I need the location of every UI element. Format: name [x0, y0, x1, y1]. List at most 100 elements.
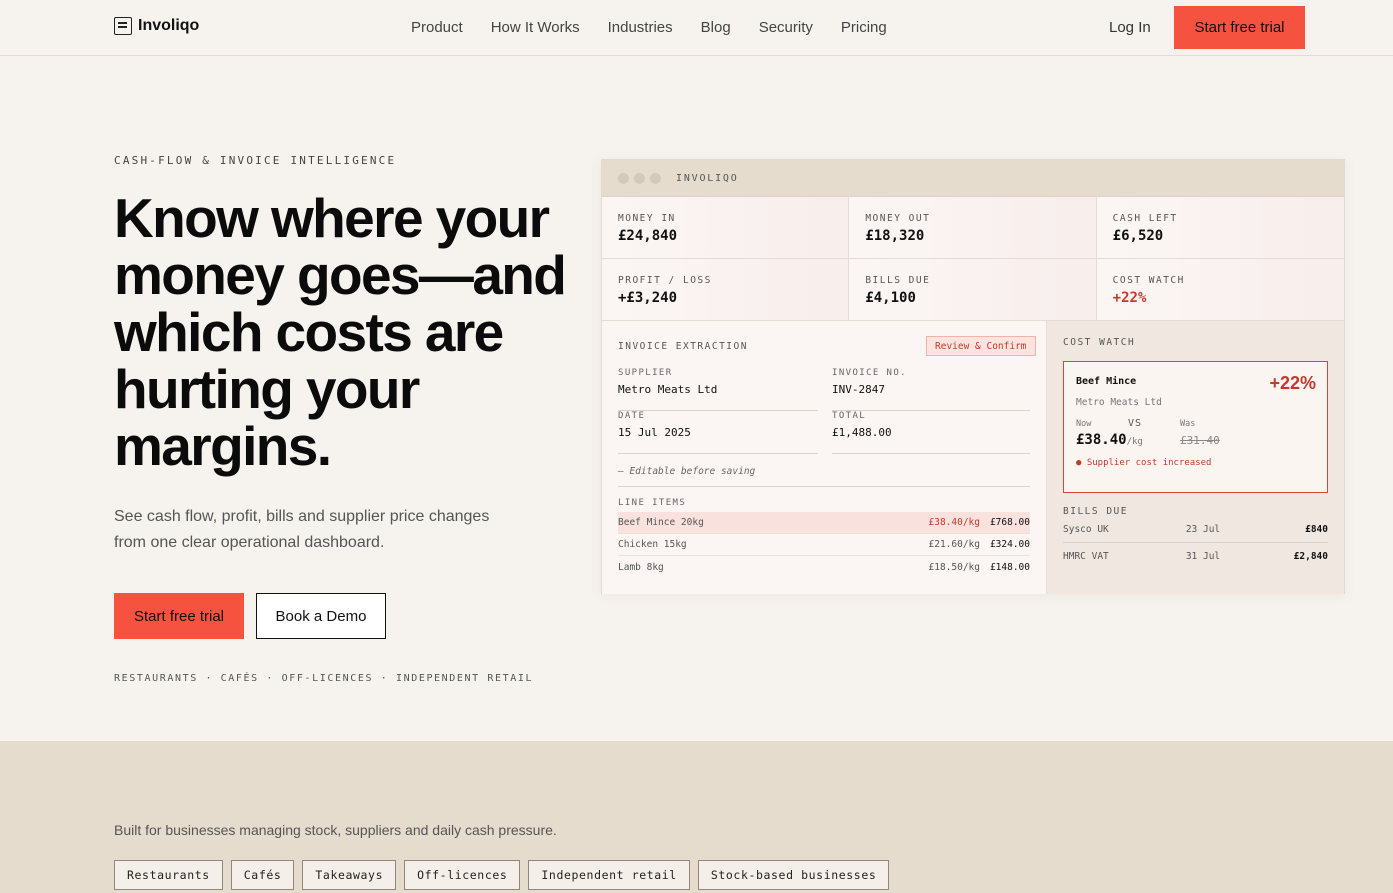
- line-item-row: Chicken 15kg £21.60/kg £324.00: [618, 534, 1030, 556]
- metric-value: £6,520: [1112, 228, 1164, 244]
- review-confirm-button[interactable]: Review & Confirm: [926, 336, 1036, 356]
- total-field[interactable]: TOTAL £1,488.00: [832, 411, 1030, 454]
- now-price-value: £38.40: [1076, 432, 1127, 448]
- metric-bills-due: BILLS DUE £4,100: [849, 259, 1097, 321]
- nav-links: Product How It Works Industries Blog Sec…: [411, 19, 887, 36]
- metric-value: £24,840: [618, 228, 678, 244]
- bills-due-title: BILLS DUE: [1063, 506, 1128, 517]
- line-item-row: Beef Mince 20kg £38.40/kg £768.00: [618, 512, 1030, 534]
- extraction-fields: SUPPLIER Metro Meats Ltd INVOICE NO. INV…: [618, 368, 1030, 454]
- date-field[interactable]: DATE 15 Jul 2025: [618, 411, 818, 454]
- chip-takeaways[interactable]: Takeaways: [302, 860, 397, 890]
- bill-amount: £840: [1305, 524, 1328, 535]
- band-text: Built for businesses managing stock, sup…: [114, 822, 557, 838]
- nav-link-pricing[interactable]: Pricing: [841, 19, 887, 36]
- window-title: INVOLIQO: [676, 172, 739, 184]
- chip-off-licences[interactable]: Off-licences: [404, 860, 521, 890]
- line-items-title: LINE ITEMS: [618, 498, 687, 508]
- field-value: INV-2847: [832, 383, 885, 396]
- alert-note: ● Supplier cost increased: [1076, 458, 1212, 468]
- top-nav: Involiqo Product How It Works Industries…: [0, 0, 1393, 56]
- alert-change-percent: +22%: [1269, 373, 1316, 393]
- line-item-name: Chicken 15kg: [618, 539, 687, 550]
- bill-amount: £2,840: [1293, 550, 1328, 562]
- alert-supplier: Metro Meats Ltd: [1076, 397, 1162, 408]
- nav-link-product[interactable]: Product: [411, 19, 463, 36]
- industries-band: Built for businesses managing stock, sup…: [0, 741, 1393, 893]
- window-dot-icon: [650, 172, 661, 184]
- metric-label: COST WATCH: [1112, 275, 1185, 286]
- was-label: Was: [1180, 419, 1196, 429]
- line-item-rate: £18.50/kg: [928, 561, 980, 573]
- metric-profit-loss: PROFIT / LOSS +£3,240: [602, 259, 850, 321]
- line-item-rate: £38.40/kg: [928, 517, 980, 528]
- book-demo-button[interactable]: Book a Demo: [256, 593, 386, 639]
- line-item-total: £324.00: [989, 539, 1030, 550]
- hero-segments: RESTAURANTS · CAFÉS · OFF-LICENCES · IND…: [114, 673, 534, 684]
- field-value: Metro Meats Ltd: [618, 383, 718, 396]
- window-titlebar: INVOLIQO: [602, 160, 1344, 197]
- nav-link-security[interactable]: Security: [759, 19, 813, 36]
- dashboard-preview: INVOLIQO MONEY IN £24,840 MONEY OUT £18,…: [601, 159, 1345, 594]
- line-item-name: Beef Mince 20kg: [618, 517, 704, 528]
- price-unit: /kg: [1126, 437, 1143, 447]
- metric-value: +22%: [1112, 290, 1147, 306]
- hero-subtext: See cash flow, profit, bills and supplie…: [114, 508, 490, 551]
- invoice-extraction-panel: INVOICE EXTRACTION Review & Confirm SUPP…: [602, 321, 1047, 594]
- hero-eyebrow: CASH-FLOW & INVOICE INTELLIGENCE: [114, 154, 397, 167]
- chip-cafes[interactable]: Cafés: [230, 860, 295, 890]
- now-price: £38.40/kg: [1076, 432, 1180, 448]
- bill-name: HMRC VAT: [1063, 550, 1109, 562]
- metric-value: £4,100: [865, 290, 916, 306]
- nav-link-how-it-works[interactable]: How It Works: [491, 19, 580, 36]
- field-label: SUPPLIER: [618, 368, 673, 378]
- nav-link-blog[interactable]: Blog: [701, 19, 731, 36]
- bill-row: HMRC VAT 31 Jul £2,840: [1063, 543, 1328, 569]
- metric-label: PROFIT / LOSS: [618, 275, 712, 286]
- bill-row: Sysco UK 23 Jul £840: [1063, 517, 1328, 543]
- metric-value: £18,320: [865, 228, 925, 244]
- field-value: £1,488.00: [832, 426, 892, 439]
- brand-logo[interactable]: Involiqo: [114, 17, 199, 35]
- line-item-name: Lamb 8kg: [618, 561, 664, 573]
- field-label: INVOICE NO.: [832, 368, 908, 378]
- vs-label: VS: [1128, 418, 1143, 429]
- cost-watch-panel: COST WATCH Beef Mince +22% Metro Meats L…: [1047, 321, 1344, 594]
- chip-stock-based-businesses[interactable]: Stock-based businesses: [697, 860, 890, 890]
- editable-note: — Editable before saving: [618, 466, 1030, 487]
- metric-cash-left: CASH LEFT £6,520: [1096, 197, 1344, 259]
- line-item-total: £768.00: [989, 517, 1030, 528]
- field-value: 15 Jul 2025: [618, 426, 691, 439]
- chip-independent-retail[interactable]: Independent retail: [528, 860, 690, 890]
- metric-money-in: MONEY IN £24,840: [602, 197, 850, 259]
- metric-label: BILLS DUE: [865, 275, 931, 286]
- start-trial-button[interactable]: Start free trial: [114, 593, 244, 639]
- brand-name: Involiqo: [138, 17, 200, 34]
- metric-label: MONEY IN: [618, 213, 676, 224]
- login-link[interactable]: Log In: [1109, 19, 1151, 36]
- supplier-field[interactable]: SUPPLIER Metro Meats Ltd: [618, 368, 818, 411]
- bill-date: 23 Jul: [1185, 524, 1221, 535]
- now-label: Now: [1076, 419, 1092, 429]
- window-dot-icon: [634, 172, 645, 184]
- metric-label: MONEY OUT: [865, 213, 931, 224]
- hero-headline: Know where your money goes—and which cos…: [114, 187, 567, 477]
- cost-alert-card[interactable]: Beef Mince +22% Metro Meats Ltd Now VS W…: [1063, 361, 1328, 493]
- metric-value: +£3,240: [618, 290, 678, 306]
- was-price: £31.40: [1180, 434, 1220, 447]
- chip-restaurants[interactable]: Restaurants: [114, 860, 223, 890]
- industry-chips: Restaurants Cafés Takeaways Off-licences…: [114, 860, 890, 890]
- line-item-total: £148.00: [989, 561, 1030, 573]
- metrics-grid: MONEY IN £24,840 MONEY OUT £18,320 CASH …: [602, 197, 1344, 321]
- metric-money-out: MONEY OUT £18,320: [849, 197, 1097, 259]
- metric-cost-watch: COST WATCH +22%: [1096, 259, 1344, 321]
- bill-date: 31 Jul: [1185, 550, 1221, 562]
- field-label: TOTAL: [832, 411, 867, 421]
- invoice-icon: [114, 17, 132, 35]
- nav-start-trial-button[interactable]: Start free trial: [1174, 6, 1305, 49]
- line-item-row: Lamb 8kg £18.50/kg £148.00: [618, 556, 1030, 578]
- invoice-number-field[interactable]: INVOICE NO. INV-2847: [832, 368, 1030, 411]
- line-item-rate: £21.60/kg: [928, 539, 980, 550]
- field-label: DATE: [618, 411, 646, 421]
- nav-link-industries[interactable]: Industries: [608, 19, 673, 36]
